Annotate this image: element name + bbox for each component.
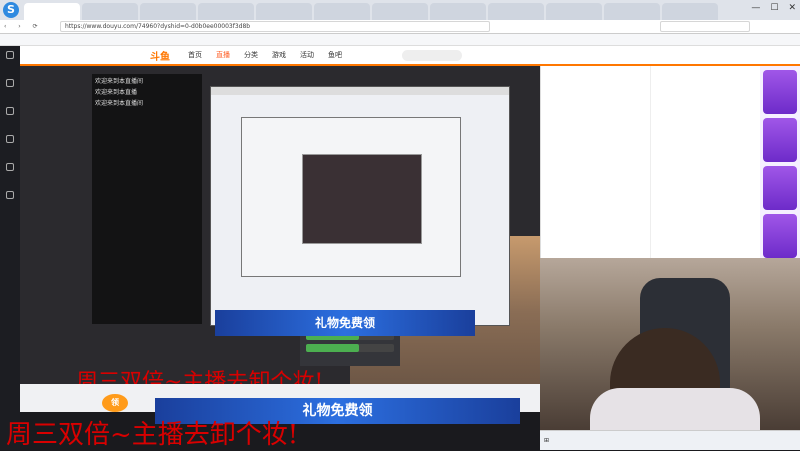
stream-chat-overlay: 欢迎来到本直播间 欢迎来到本直播 欢迎来到本直播间 (92, 74, 202, 324)
site-nav-item[interactable]: 分类 (244, 50, 258, 60)
recursive-capture-inner (241, 117, 461, 277)
url-input[interactable]: https://www.douyu.com/74960?dyshid=0-d0b… (60, 21, 490, 32)
sidebar-item[interactable] (0, 186, 20, 214)
webcam-feed (540, 258, 800, 430)
browser-tab[interactable] (430, 3, 486, 20)
stream-player[interactable]: 欢迎来到本直播间 欢迎来到本直播 欢迎来到本直播间 礼物免费领 周三双倍~主播去卸个… (20, 66, 540, 384)
sidebar-item[interactable] (0, 74, 20, 102)
browser-tab[interactable] (24, 3, 80, 20)
sidebar-item[interactable] (0, 46, 20, 74)
rank-card[interactable] (763, 166, 797, 210)
recursive-capture-innermost (302, 154, 422, 244)
site-nav-item[interactable]: 活动 (300, 50, 314, 60)
rank-card[interactable] (763, 214, 797, 258)
claim-gift-button[interactable]: 领 (102, 394, 128, 412)
sidebar-icon (6, 135, 14, 143)
sidebar-item[interactable] (0, 158, 20, 186)
site-nav-item[interactable]: 鱼吧 (328, 50, 342, 60)
browser-tab[interactable] (546, 3, 602, 20)
gift-banner[interactable]: 礼物免费领 (215, 310, 475, 336)
stream-overlay-text-bottom: 周三双倍~主播去卸个妆! (6, 420, 299, 450)
stream-chat-line: 欢迎来到本直播 (95, 88, 199, 97)
nav-buttons[interactable]: ‹ › ⟳ (0, 23, 60, 30)
browser-tab-bar: S — ☐ ✕ (0, 0, 800, 20)
stream-chat-text: 欢迎来到本直播 (95, 89, 138, 96)
site-nav-item[interactable]: 首页 (188, 50, 202, 60)
sidebar-icon (6, 191, 14, 199)
streamer-shirt (590, 388, 760, 430)
audio-meter (306, 344, 394, 352)
capture-window-titlebar (211, 87, 509, 95)
browser-tab[interactable] (662, 3, 718, 20)
stream-chat-line: 欢迎来到本直播间 (95, 99, 199, 108)
browser-tab[interactable] (314, 3, 370, 20)
sidebar-icon (6, 79, 14, 87)
minimize-icon[interactable]: — (751, 3, 760, 13)
site-nav-item[interactable]: 直播 (216, 50, 230, 60)
maximize-icon[interactable]: ☐ (770, 3, 778, 13)
browser-tab[interactable] (604, 3, 660, 20)
start-icon[interactable]: ⊞ (544, 437, 549, 444)
taskbar: ⊞ (540, 430, 800, 450)
rank-card[interactable] (763, 118, 797, 162)
site-nav: 首页 直播 分类 游戏 活动 鱼吧 (188, 50, 342, 60)
sidebar-item[interactable] (0, 102, 20, 130)
sidebar-icon (6, 107, 14, 115)
recursive-capture-window (210, 86, 510, 326)
sidebar-icon (6, 51, 14, 59)
browser-tab[interactable] (140, 3, 196, 20)
stream-chat-line: 欢迎来到本直播间 (95, 77, 199, 86)
left-sidebar (0, 46, 20, 450)
stream-overlay-text: 周三双倍~主播去卸个妆! (76, 370, 324, 384)
tab-list (24, 3, 720, 20)
close-icon[interactable]: ✕ (788, 3, 796, 13)
sidebar-item[interactable] (0, 130, 20, 158)
browser-tab[interactable] (372, 3, 428, 20)
browser-tab[interactable] (488, 3, 544, 20)
sidebar-icon (6, 163, 14, 171)
search-input[interactable] (660, 21, 750, 32)
window-controls: — ☐ ✕ (751, 3, 796, 13)
stream-chat-text: 欢迎来到本直播间 (95, 78, 144, 85)
address-bar: ‹ › ⟳ https://www.douyu.com/74960?dyshid… (0, 20, 800, 34)
browser-logo-icon[interactable]: S (3, 2, 19, 18)
browser-tab[interactable] (198, 3, 254, 20)
browser-tab[interactable] (256, 3, 312, 20)
bookmarks-bar (0, 34, 800, 46)
stream-chat-text: 欢迎来到本直播间 (95, 100, 144, 107)
rank-card[interactable] (763, 70, 797, 114)
site-search-input[interactable] (402, 49, 462, 61)
site-logo[interactable]: 斗鱼 (150, 48, 170, 63)
site-header: 斗鱼 首页 直播 分类 游戏 活动 鱼吧 (20, 46, 800, 66)
site-nav-item[interactable]: 游戏 (272, 50, 286, 60)
browser-tab[interactable] (82, 3, 138, 20)
